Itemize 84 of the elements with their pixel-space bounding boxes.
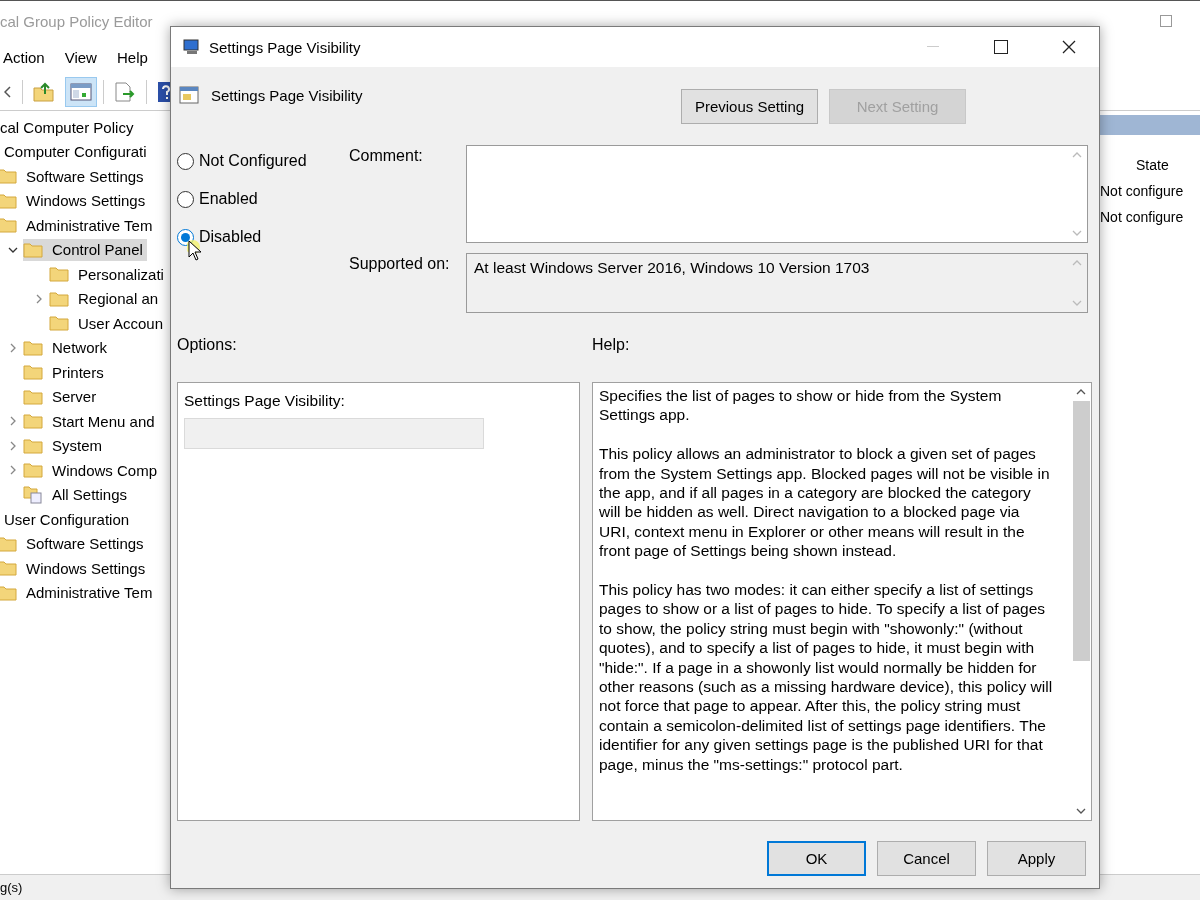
scroll-up-icon <box>1076 387 1086 397</box>
chevron-right-icon <box>34 293 44 304</box>
dialog-title: Settings Page Visibility <box>209 38 362 56</box>
tree-item[interactable]: Windows Comp <box>23 459 162 482</box>
folder-icon <box>0 192 17 209</box>
folder-icon <box>23 437 43 454</box>
table-cell-text: Not configure <box>1100 209 1185 227</box>
supported-value: At least Windows Server 2016, Windows 10 Version 1703 <box>473 258 871 278</box>
tree-item[interactable]: Software Settings <box>0 532 148 555</box>
menu-item[interactable]: Action <box>3 48 45 66</box>
setting-heading: Settings Page Visibility <box>211 86 363 104</box>
tree-item[interactable]: User Accoun <box>49 312 168 335</box>
tree-item[interactable]: Software Settings <box>0 165 148 188</box>
folder-up-icon <box>33 81 55 102</box>
tree-item[interactable]: Administrative Tem <box>0 214 157 237</box>
folder-icon <box>23 241 43 258</box>
tree-item[interactable]: User Configuration <box>4 508 134 531</box>
help-paragraph: Specifies the list of pages to show or hide from the System Settings app. <box>599 386 1003 425</box>
panel-icon <box>70 82 92 101</box>
folder-icon <box>49 266 69 283</box>
nav-button[interactable]: Previous Setting <box>681 89 818 124</box>
scroll-down-icon <box>1072 228 1082 238</box>
folder-icon <box>0 168 17 185</box>
scroll-thumb[interactable] <box>1072 401 1090 661</box>
tree-item[interactable]: Network <box>23 336 111 359</box>
folder-icon <box>49 315 69 332</box>
scroll-down-icon <box>1072 298 1082 308</box>
tree-item[interactable]: Printers <box>23 361 108 384</box>
folder-icon <box>0 535 17 552</box>
folder-document-icon <box>23 485 43 504</box>
export-icon <box>114 81 136 102</box>
comment-label: Comment: <box>349 146 424 166</box>
policy-icon <box>179 85 199 105</box>
tree-item[interactable]: Windows Settings <box>0 557 150 580</box>
tree-item[interactable]: Windows Settings <box>0 189 150 212</box>
tree-item[interactable]: cal Computer Policy <box>0 116 138 139</box>
tree-item[interactable]: Control Panel <box>23 238 147 261</box>
scroll-up-icon <box>1072 258 1082 268</box>
help-paragraph: This policy has two modes: it can either specify a list of settings pages to show or a list of pages to hide. To specify a list of pages to show, the policy string must begin with "showonly:" (without quotes), and to specify a list of pages to hide, it must begin with "hide:". If a page in a showonly list would normally be hidden for other reasons (such as a missing hardware device), this policy will not force that page to appear. After this, the policy string must contain a semicolon-delimited list of settings page identifiers. The identifier for any given settings page is the published URI for that page, minus the "ms-settings:" protocol part. <box>599 580 1053 775</box>
scroll-up-icon <box>1072 150 1082 160</box>
tree-item[interactable]: Regional an <box>49 287 163 310</box>
window-title: cal Group Policy Editor <box>0 12 153 30</box>
column-header[interactable]: State <box>1100 157 1200 183</box>
folder-icon <box>23 462 43 479</box>
table-cell-text: Not configure <box>1100 183 1185 201</box>
tree-item[interactable]: Start Menu and <box>23 410 159 433</box>
supported-label: Supported on: <box>349 254 451 274</box>
chevron-right-icon <box>8 416 18 427</box>
help-paragraph: This policy allows an administrator to block a given set of pages from the System Settings app. Blocked pages will not be visible in the app, and if all pages in a category are blocked the category will be hidden as well. Direct navigation to a blocked page via URI, context menu in Explorer or other means will result in the front page of Settings being shown instead. <box>599 444 1051 561</box>
chevron-right-icon <box>8 465 18 476</box>
radio-option[interactable]: Not Configured <box>177 142 349 180</box>
folder-icon <box>23 388 43 405</box>
menu-item[interactable]: Help <box>116 48 148 66</box>
tree-item[interactable]: All Settings <box>23 483 132 506</box>
tree-item[interactable]: Computer Configurati <box>4 140 151 163</box>
computer-icon <box>183 39 201 55</box>
folder-icon <box>23 339 43 356</box>
tree-item[interactable]: Administrative Tem <box>0 581 157 604</box>
folder-icon <box>0 560 17 577</box>
folder-icon <box>49 290 69 307</box>
folder-icon <box>23 413 43 430</box>
radio-button[interactable] <box>177 152 194 170</box>
option-label: Settings Page Visibility: <box>184 392 346 410</box>
chevron-right-icon <box>8 440 18 451</box>
maximize-icon[interactable] <box>994 40 1008 54</box>
tree-item[interactable]: Personalizati <box>49 263 168 286</box>
close-icon[interactable] <box>1062 40 1076 54</box>
tree-item[interactable]: System <box>23 434 106 457</box>
folder-icon <box>23 364 43 381</box>
comment-field[interactable] <box>466 145 1088 243</box>
radio-option[interactable]: Enabled <box>177 180 349 218</box>
dialog-button[interactable]: Apply <box>987 841 1086 876</box>
folder-icon <box>0 584 17 601</box>
dialog-button[interactable]: OK <box>767 841 866 876</box>
options-label: Options: <box>177 335 238 355</box>
help-label: Help: <box>592 335 631 355</box>
status-text: g(s) <box>0 880 23 895</box>
dialog-button[interactable]: Cancel <box>877 841 976 876</box>
radio-button[interactable] <box>177 190 194 208</box>
chevron-right-icon <box>8 342 18 353</box>
tree-item[interactable]: Server <box>23 385 101 408</box>
scroll-down-icon <box>1076 806 1086 816</box>
folder-icon <box>0 217 17 234</box>
menu-item[interactable]: View <box>64 48 97 66</box>
